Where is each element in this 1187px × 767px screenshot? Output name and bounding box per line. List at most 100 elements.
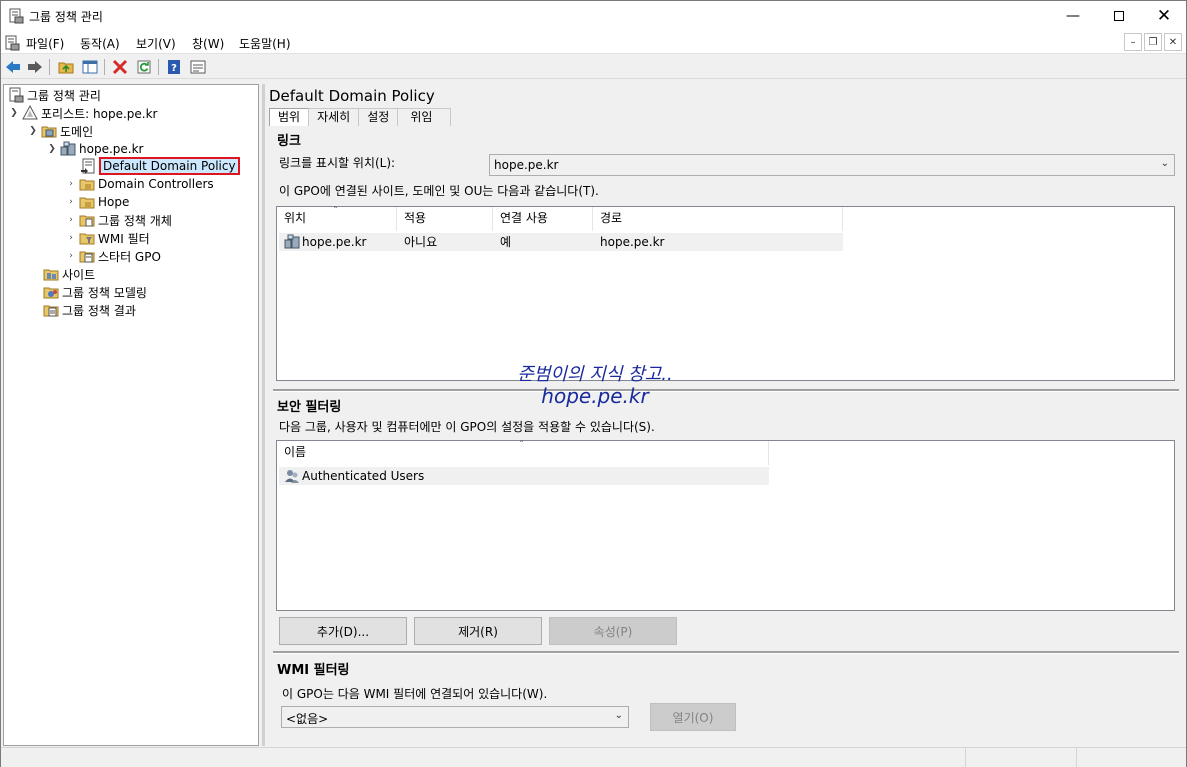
remove-button[interactable]: 제거(R): [414, 617, 542, 645]
status-segment: [1076, 748, 1077, 767]
status-bar: [1, 747, 1186, 767]
tree-item-wmi-filters[interactable]: › WMI 필터: [65, 229, 150, 247]
tree-item-modeling[interactable]: 그룹 정책 모델링: [41, 283, 147, 301]
starter-gpo-icon: [79, 251, 95, 263]
console-tree: 그룹 정책 관리 ❯ 포리스트: hope.pe.kr ❯ 도메인 ❯ hope…: [3, 84, 259, 746]
tab-delegation[interactable]: 위임: [397, 108, 452, 126]
column-name[interactable]: 이름 ˆ: [277, 440, 769, 465]
back-button[interactable]: [4, 58, 22, 76]
wmi-filter-dropdown[interactable]: <없음> ⌄: [281, 706, 629, 728]
tree-item-domain[interactable]: ❯ hope.pe.kr: [46, 140, 143, 158]
cell-enforced: 아니요: [404, 235, 438, 249]
tree-item-sites[interactable]: 사이트: [41, 265, 95, 283]
properties-button[interactable]: [189, 58, 207, 76]
forward-button[interactable]: [26, 58, 44, 76]
links-location-dropdown[interactable]: hope.pe.kr ⌄: [489, 154, 1175, 176]
menu-action[interactable]: 동작(A): [80, 35, 120, 52]
collapsed-chevron-icon[interactable]: ›: [65, 197, 77, 207]
expanded-chevron-icon[interactable]: ❯: [27, 126, 39, 136]
tree-item-forest[interactable]: ❯ 포리스트: hope.pe.kr: [8, 104, 157, 122]
menu-view[interactable]: 보기(V): [136, 35, 176, 52]
ou-folder-icon: [79, 197, 95, 209]
sort-ascending-icon: ˆ: [333, 206, 338, 217]
tree-label: 포리스트: hope.pe.kr: [41, 106, 158, 121]
gpo-link-icon: [81, 158, 95, 174]
tree-item-default-domain-policy[interactable]: Default Domain Policy: [78, 157, 240, 175]
mdi-window-icon[interactable]: [4, 35, 20, 51]
up-folder-button[interactable]: [57, 58, 75, 76]
refresh-button[interactable]: [135, 58, 153, 76]
tree-label: Domain Controllers: [98, 177, 214, 191]
collapsed-chevron-icon[interactable]: ›: [65, 251, 77, 261]
tree-item-gpo-objects[interactable]: › 그룹 정책 개체: [65, 211, 172, 229]
menu-file[interactable]: 파일(F): [26, 35, 64, 52]
maximize-icon: [1114, 11, 1124, 21]
chevron-down-icon: ⌄: [614, 710, 623, 721]
tree-label: WMI 필터: [98, 231, 150, 246]
domain-icon: [284, 234, 300, 249]
links-heading: 링크: [277, 134, 301, 149]
close-button[interactable]: ✕: [1141, 1, 1187, 31]
tree-item-hope[interactable]: › Hope: [65, 193, 129, 211]
properties-icon: [190, 60, 206, 74]
mdi-controls: – ❐ ✕: [1124, 33, 1182, 51]
maximize-button[interactable]: [1096, 1, 1142, 31]
cell-name: Authenticated Users: [279, 467, 769, 485]
minimize-icon: —: [1066, 8, 1080, 24]
forward-icon: [28, 61, 42, 73]
minimize-button[interactable]: —: [1050, 1, 1096, 31]
help-button[interactable]: ?: [165, 58, 183, 76]
show-hide-tree-button[interactable]: [81, 58, 99, 76]
results-icon: [43, 305, 59, 317]
table-row[interactable]: hope.pe.kr 아니요 예 hope.pe.kr: [279, 233, 843, 251]
column-link-enabled[interactable]: 연결 사용: [493, 207, 593, 231]
toolbar-separator: [104, 59, 105, 75]
gpmc-app-icon: [9, 8, 24, 24]
wmi-folder-icon: [79, 233, 95, 245]
back-icon: [6, 61, 20, 73]
expanded-chevron-icon[interactable]: ❯: [8, 108, 20, 118]
collapsed-chevron-icon[interactable]: ›: [65, 233, 77, 243]
tab-settings[interactable]: 설정: [358, 108, 399, 126]
mdi-close-button[interactable]: ✕: [1164, 33, 1182, 51]
tree-label: 도메인: [60, 124, 94, 139]
user-group-icon: [285, 470, 299, 483]
menu-help[interactable]: 도움말(H): [239, 35, 291, 52]
expanded-chevron-icon[interactable]: ❯: [46, 144, 58, 154]
sort-ascending-icon: ˆ: [519, 440, 524, 451]
add-button[interactable]: 추가(D)...: [279, 617, 407, 645]
mdi-minimize-button[interactable]: –: [1124, 33, 1142, 51]
svg-text:?: ?: [171, 63, 177, 74]
gpo-title: Default Domain Policy: [269, 87, 435, 105]
tab-scope[interactable]: 범위: [269, 108, 310, 126]
tree-item-gpmc-root[interactable]: 그룹 정책 관리: [6, 86, 101, 104]
mdi-restore-button[interactable]: ❐: [1144, 33, 1162, 51]
menu-window[interactable]: 창(W): [192, 35, 224, 52]
section-divider: [273, 651, 1179, 654]
window-title: 그룹 정책 관리: [29, 10, 103, 24]
toolbar-separator: [158, 59, 159, 75]
links-list[interactable]: 위치 ˆ 적용 연결 사용 경로 hope.pe.kr 아니요 예 hope.pe…: [276, 206, 1175, 381]
tree-item-results[interactable]: 그룹 정책 결과: [41, 301, 136, 319]
security-description: 다음 그룹, 사용자 및 컴퓨터에만 이 GPO의 설정을 적용할 수 있습니다…: [279, 420, 655, 434]
table-row[interactable]: Authenticated Users: [279, 467, 769, 485]
tree-item-domain-controllers[interactable]: › Domain Controllers: [65, 175, 214, 193]
tree-item-starter-gpo[interactable]: › 스타터 GPO: [65, 247, 161, 265]
open-button[interactable]: 열기(O): [650, 703, 736, 731]
gpmc-icon: [9, 87, 24, 103]
tab-details[interactable]: 자세히: [308, 108, 360, 126]
column-enforced[interactable]: 적용: [397, 207, 493, 231]
delete-button[interactable]: [111, 58, 129, 76]
tree-label: 스타터 GPO: [98, 249, 161, 264]
wmi-description: 이 GPO는 다음 WMI 필터에 연결되어 있습니다(W).: [282, 687, 548, 701]
wmi-filter-value: <없음>: [286, 712, 329, 726]
security-list[interactable]: 이름 ˆ Authenticated Users: [276, 440, 1175, 611]
properties-button[interactable]: 속성(P): [549, 617, 677, 645]
collapsed-chevron-icon[interactable]: ›: [65, 179, 77, 189]
column-location[interactable]: 위치 ˆ: [277, 206, 397, 231]
tree-item-domains[interactable]: ❯ 도메인: [27, 122, 93, 140]
column-path[interactable]: 경로: [593, 207, 843, 231]
collapsed-chevron-icon[interactable]: ›: [65, 215, 77, 225]
tree-label: 사이트: [62, 267, 96, 282]
menu-bar: 파일(F) 동작(A) 보기(V) 창(W) 도움말(H) – ❐ ✕: [1, 31, 1186, 54]
